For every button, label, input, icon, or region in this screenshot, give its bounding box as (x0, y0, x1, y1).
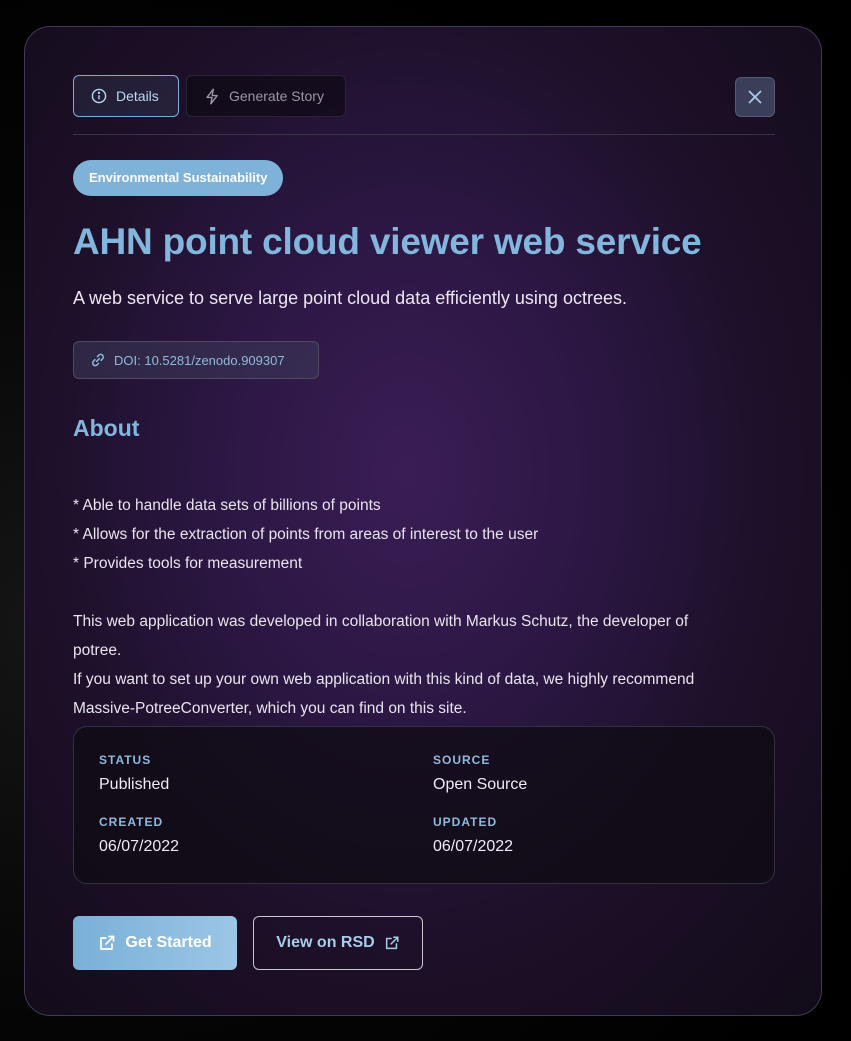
project-details-modal: Details Generate Story Environmental Sus… (24, 26, 822, 1016)
updated-value: 06/07/2022 (433, 838, 514, 855)
updated-label: UPDATED (433, 815, 498, 829)
metadata-card: STATUS Published SOURCE Open Source CREA… (73, 726, 775, 884)
tab-details-label: Details (116, 88, 159, 104)
about-bullet: * Allows for the extraction of points fr… (73, 526, 539, 543)
external-link-icon (385, 936, 399, 950)
info-circle-icon (91, 88, 107, 104)
about-heading: About (73, 415, 140, 441)
tab-bar: Details Generate Story (73, 75, 775, 118)
about-text: * Able to handle data sets of billions o… (73, 491, 775, 723)
created-value: 06/07/2022 (99, 838, 180, 855)
header-divider (73, 134, 775, 135)
doi-label: DOI: 10.5281/zenodo.909307 (114, 352, 285, 368)
created-label: CREATED (99, 815, 164, 829)
get-started-label: Get Started (125, 934, 212, 951)
tab-details[interactable]: Details (73, 75, 179, 117)
close-icon (748, 90, 762, 104)
status-label: STATUS (99, 753, 152, 767)
created-field: CREATED 06/07/2022 (99, 815, 179, 856)
status-value: Published (99, 776, 170, 793)
link-icon (92, 353, 104, 367)
about-paragraph-line: potree. (73, 642, 122, 659)
updated-field: UPDATED 06/07/2022 (433, 815, 513, 856)
tab-generate-story[interactable]: Generate Story (186, 75, 346, 117)
get-started-button[interactable]: Get Started (73, 916, 237, 970)
project-title: AHN point cloud viewer web service (73, 221, 702, 262)
source-label: SOURCE (433, 753, 491, 767)
about-paragraph-line: Massive-PotreeConverter, which you can f… (73, 700, 467, 717)
project-subtitle: A web service to serve large point cloud… (73, 288, 627, 308)
doi-link[interactable]: DOI: 10.5281/zenodo.909307 (73, 341, 319, 379)
source-field: SOURCE Open Source (433, 753, 527, 794)
tab-generate-story-label: Generate Story (229, 88, 324, 104)
about-bullet: * Provides tools for measurement (73, 555, 303, 572)
external-link-icon (100, 935, 115, 950)
about-bullet: * Able to handle data sets of billions o… (73, 497, 381, 514)
source-value: Open Source (433, 776, 528, 793)
about-paragraph-line: This web application was developed in co… (73, 613, 689, 630)
category-badge: Environmental Sustainability (73, 160, 284, 196)
close-button[interactable] (735, 77, 775, 117)
about-paragraph-line: If you want to set up your own web appli… (73, 671, 695, 688)
modal-content: Details Generate Story Environmental Sus… (73, 75, 775, 970)
status-field: STATUS Published (99, 753, 169, 794)
view-on-rsd-button[interactable]: View on RSD (253, 916, 423, 970)
lightning-icon (206, 88, 218, 104)
view-on-rsd-label: View on RSD (276, 934, 375, 951)
